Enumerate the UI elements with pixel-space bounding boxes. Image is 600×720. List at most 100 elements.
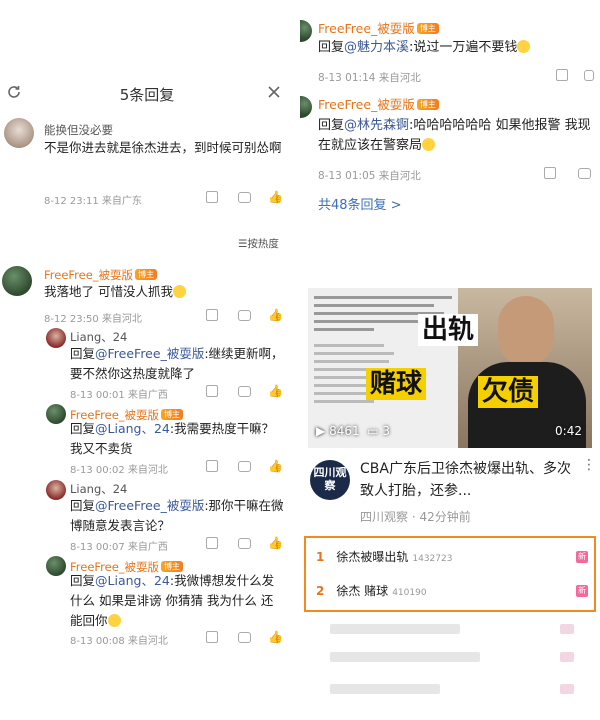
share-icon[interactable] — [544, 167, 556, 179]
new-badge: 新 — [576, 551, 588, 563]
avatar[interactable] — [2, 266, 32, 296]
reply-username[interactable]: Liang、24 — [70, 329, 127, 345]
reply-text: 回复@Liang、24:我需要热度干嘛？我又不卖货 — [70, 421, 275, 456]
video-tag-affair: 出轨 — [418, 314, 479, 346]
hot-term: 徐杰 赌球 — [336, 584, 389, 598]
avatar[interactable] — [300, 20, 312, 42]
video-tag-debt: 欠债 — [478, 376, 539, 408]
mention-link[interactable]: @FreeFree_被耍版 — [95, 498, 204, 513]
reply-meta: 8-12 23:50 来自河北 — [44, 314, 142, 325]
mention-link[interactable]: @Liang、24 — [95, 573, 170, 588]
source-logo-text: 四川观察 — [313, 466, 347, 492]
comment-username[interactable]: 能换但没必要 — [44, 122, 113, 138]
smile-emoji-icon — [517, 40, 531, 53]
avatar[interactable] — [46, 556, 66, 576]
comment-count-icon: ▭ — [367, 424, 379, 438]
like-icon[interactable]: 👍 — [268, 459, 283, 473]
author-badge: 博主 — [135, 269, 158, 280]
video-duration: 0:42 — [555, 424, 582, 438]
hot-rank: 1 — [316, 550, 325, 564]
comment-icon[interactable] — [238, 632, 251, 643]
blurred-row — [560, 684, 574, 694]
like-icon[interactable]: 👍 — [268, 308, 283, 322]
share-icon[interactable] — [206, 191, 218, 203]
reply-meta: 8-13 00:08 来自河北 — [70, 636, 168, 647]
hot-count: 410190 — [392, 588, 427, 598]
comment-icon[interactable] — [238, 538, 251, 549]
reply-meta: 8-13 01:14 来自河北 — [318, 72, 421, 84]
comment-icon[interactable] — [238, 461, 251, 472]
reply-meta: 8-13 00:07 来自广西 — [70, 542, 168, 553]
share-icon[interactable] — [206, 631, 218, 643]
reply-text: 回复@Liang、24:我微博想发什么发什么 如果是诽谤 你猜猜 我为什么 还能… — [70, 573, 275, 628]
author-badge: 博主 — [416, 23, 439, 34]
page-title: 5条回复 — [119, 86, 175, 104]
new-badge: 新 — [576, 585, 588, 597]
comment-text: 不是你进去就是徐杰进去，到时候可别怂啊 — [44, 140, 282, 155]
comment-icon[interactable] — [578, 168, 591, 179]
reply-text: 回复@FreeFree_被耍版:继续更新啊，要不然你这热度就降了 — [70, 346, 284, 381]
share-icon[interactable] — [206, 385, 218, 397]
sort-toggle[interactable]: ☰按热度 — [238, 236, 279, 251]
reply-meta: 8-13 01:05 来自河北 — [318, 170, 421, 182]
hot-search-item[interactable]: 1 徐杰被曝出轨 1432723 — [316, 546, 586, 568]
wink-emoji-icon — [422, 138, 436, 151]
reply-username[interactable]: FreeFree_被耍版 — [318, 97, 415, 112]
share-icon[interactable] — [206, 309, 218, 321]
video-tag-gambling: 赌球 — [366, 368, 427, 400]
blurred-row — [330, 624, 460, 634]
reply-username[interactable]: Liang、24 — [70, 481, 127, 497]
comment-icon[interactable] — [584, 70, 594, 81]
blurred-row — [560, 652, 574, 662]
like-icon[interactable]: 👍 — [268, 384, 283, 398]
grin-emoji-icon — [172, 285, 186, 298]
like-icon[interactable]: 👍 — [268, 630, 283, 644]
hot-rank: 2 — [316, 584, 325, 598]
author-badge: 博主 — [416, 99, 439, 110]
avatar[interactable] — [300, 96, 312, 118]
hot-count: 1432723 — [412, 554, 453, 564]
play-icon: ▶ — [316, 424, 326, 438]
news-meta: 四川观察 · 42分钟前 — [360, 510, 471, 524]
reply-text: 回复@林先森锕:哈哈哈哈哈哈 如果他报警 我现在就应该在警察局 — [318, 118, 591, 153]
sort-icon: ☰ — [238, 238, 248, 250]
grin-emoji-icon — [107, 614, 121, 627]
source-logo[interactable]: 四川观察 — [310, 460, 350, 500]
more-options-icon[interactable]: ⋮ — [582, 458, 596, 472]
mention-link[interactable]: @魅力本溪 — [344, 40, 409, 55]
avatar[interactable] — [46, 480, 66, 500]
hot-search-item[interactable]: 2 徐杰 赌球 410190 — [316, 580, 586, 602]
avatar[interactable] — [4, 118, 34, 148]
share-icon[interactable] — [206, 460, 218, 472]
hot-term: 徐杰被曝出轨 — [336, 550, 409, 564]
reply-username[interactable]: FreeFree_被耍版 — [44, 268, 133, 282]
reply-header: FreeFree_被耍版 博主 — [318, 94, 439, 113]
mention-link[interactable]: @Liang、24 — [95, 421, 170, 436]
avatar[interactable] — [46, 404, 66, 424]
comment-icon[interactable] — [238, 310, 251, 321]
comment-icon[interactable] — [238, 386, 251, 397]
reply-meta: 8-13 00:02 来自河北 — [70, 465, 168, 476]
share-icon[interactable] — [556, 69, 568, 81]
reply-text: 我落地了 可惜没人抓我 — [44, 282, 284, 302]
reply-meta: 8-13 00:01 来自广西 — [70, 390, 168, 401]
share-icon[interactable] — [206, 537, 218, 549]
reply-username[interactable]: FreeFree_被耍版 — [318, 21, 415, 36]
hot-search-box: 1 徐杰被曝出轨 1432723 新 2 徐杰 赌球 410190 新 — [304, 536, 596, 612]
more-replies-link[interactable]: 共48条回复 > — [318, 194, 402, 213]
sort-label: 按热度 — [247, 238, 279, 250]
like-icon[interactable]: 👍 — [268, 190, 283, 204]
comment-icon[interactable] — [238, 192, 251, 203]
video-thumbnail[interactable]: 出轨 赌球 欠债 ▶ 8461 ▭ 3 0:42 — [308, 288, 592, 448]
close-icon[interactable] — [266, 84, 282, 100]
reply-header: FreeFree_被耍版 博主 — [44, 264, 158, 283]
blurred-row — [330, 652, 480, 662]
avatar[interactable] — [46, 328, 66, 348]
like-icon[interactable]: 👍 — [268, 536, 283, 550]
mention-link[interactable]: @林先森锕 — [344, 118, 409, 133]
left-panel: 5条回复 能换但没必要 不是你进去就是徐杰进去，到时候可别怂啊 8-12 23:… — [0, 0, 294, 720]
comment-meta: 8-12 23:11 来自广东 — [44, 196, 142, 207]
news-title[interactable]: CBA广东后卫徐杰被爆出轨、多次致人打胎，还参... — [360, 458, 576, 502]
mention-link[interactable]: @FreeFree_被耍版 — [95, 346, 204, 361]
blurred-row — [330, 684, 440, 694]
